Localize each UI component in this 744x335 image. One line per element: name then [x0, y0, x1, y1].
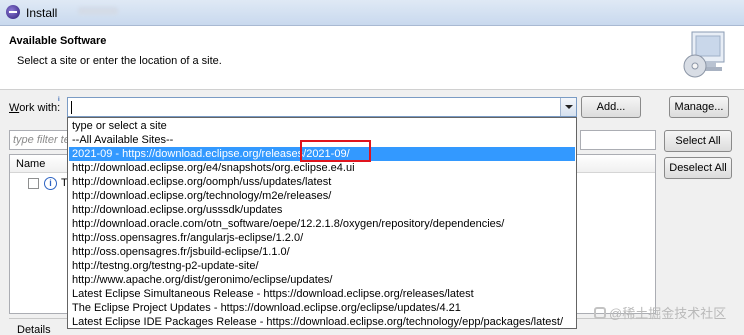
dropdown-item[interactable]: http://download.eclipse.org/usssdk/updat… — [69, 203, 575, 217]
details-label: Details — [17, 324, 51, 335]
install-monitor-icon — [683, 31, 725, 78]
dropdown-item[interactable]: http://www.apache.org/dist/geronimo/ecli… — [69, 273, 575, 287]
info-decoration-icon: i — [58, 97, 60, 103]
filter-input-right — [580, 130, 656, 150]
work-with-combo[interactable] — [67, 97, 577, 117]
dropdown-item[interactable]: The Eclipse Project Updates - https://do… — [69, 301, 575, 315]
dropdown-item[interactable]: http://oss.opensagres.fr/angularjs-eclip… — [69, 231, 575, 245]
dropdown-item[interactable]: Latest Eclipse Simultaneous Release - ht… — [69, 287, 575, 301]
title-bar: Install — [0, 0, 744, 26]
watermark: @稀土掘金技术社区 — [594, 303, 726, 322]
page-description: Select a site or enter the location of a… — [17, 55, 222, 67]
dropdown-item[interactable]: type or select a site — [69, 119, 575, 133]
eclipse-icon — [6, 5, 20, 19]
dropdown-item[interactable]: Latest Eclipse IDE Packages Release - ht… — [69, 315, 575, 329]
row-checkbox[interactable] — [28, 178, 39, 189]
work-with-label: Work with: — [9, 102, 61, 114]
dropdown-item[interactable]: http://testng.org/testng-p2-update-site/ — [69, 259, 575, 273]
deselect-all-button[interactable]: Deselect All — [664, 157, 732, 179]
dropdown-item[interactable]: http://download.eclipse.org/e4/snapshots… — [69, 161, 575, 175]
dropdown-item[interactable]: http://oss.opensagres.fr/jsbuild-eclipse… — [69, 245, 575, 259]
select-all-button[interactable]: Select All — [664, 130, 732, 152]
text-caret — [71, 101, 72, 114]
manage-button[interactable]: Manage... — [669, 96, 729, 118]
dropdown-item[interactable]: http://download.eclipse.org/oomph/uss/up… — [69, 175, 575, 189]
blurred-region — [78, 7, 118, 15]
page-title: Available Software — [9, 35, 107, 47]
annotation-highlight-box — [300, 140, 371, 162]
watermark-logo-icon — [594, 307, 606, 319]
window-title: Install — [26, 6, 58, 20]
combo-dropdown-button[interactable] — [560, 98, 576, 116]
info-icon: i — [44, 177, 57, 190]
dropdown-item[interactable]: http://download.eclipse.org/technology/m… — [69, 189, 575, 203]
dropdown-item[interactable]: http://download.oracle.com/otn_software/… — [69, 217, 575, 231]
wizard-header: Available Software Select a site or ente… — [0, 26, 744, 90]
add-button[interactable]: Add... — [581, 96, 641, 118]
